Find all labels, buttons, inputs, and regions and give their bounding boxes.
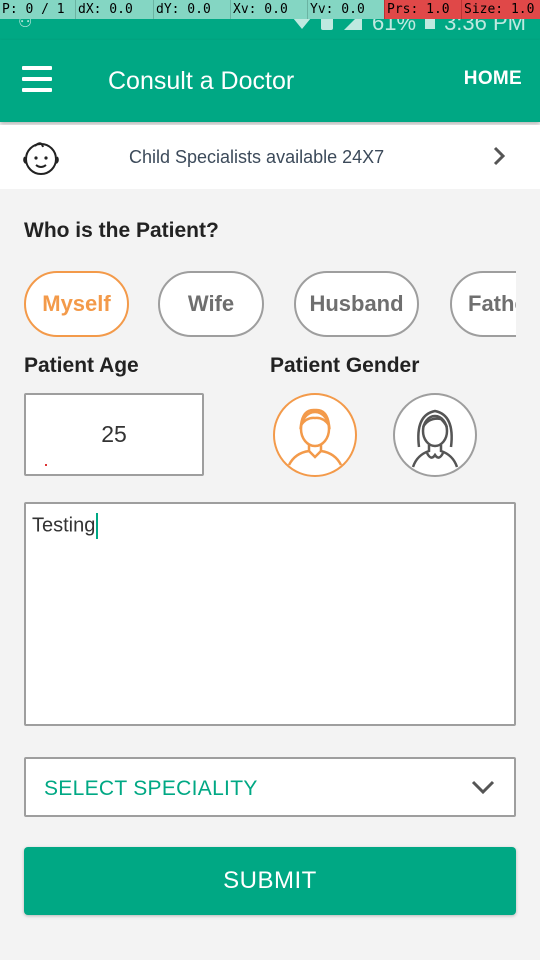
- relation-father-button[interactable]: Father: [450, 271, 516, 337]
- speciality-select[interactable]: SELECT SPECIALITY: [24, 757, 516, 817]
- app-bar: Consult a Doctor HOME: [0, 40, 540, 122]
- debug-size: Size: 1.0: [461, 0, 540, 19]
- debug-yv: Yv: 0.0: [307, 0, 384, 19]
- gender-male-button[interactable]: [273, 393, 357, 477]
- input-error-dot: [45, 464, 47, 466]
- relation-wife-button[interactable]: Wife: [158, 271, 264, 337]
- child-specialists-banner[interactable]: Child Specialists available 24X7: [0, 125, 540, 189]
- page-title: Consult a Doctor: [108, 67, 295, 95]
- text-cursor: [96, 513, 99, 539]
- hamburger-menu-icon[interactable]: [22, 66, 52, 96]
- debug-pressure: Prs: 1.0: [384, 0, 461, 19]
- debug-dx: dX: 0.0: [75, 0, 153, 19]
- home-button[interactable]: HOME: [464, 68, 522, 90]
- debug-xv: Xv: 0.0: [230, 0, 307, 19]
- patient-age-title: Patient Age: [24, 354, 139, 377]
- patient-age-input[interactable]: 25: [24, 393, 204, 476]
- debug-pointer-count: P: 0 / 1: [0, 0, 75, 19]
- gender-female-button[interactable]: [393, 393, 477, 477]
- patient-relation-options: Myself Wife Husband Father: [24, 271, 516, 337]
- baby-face-icon: [23, 142, 59, 175]
- banner-text: Child Specialists available 24X7: [129, 147, 385, 167]
- patient-section-title: Who is the Patient?: [24, 219, 219, 242]
- pointer-debug-bar: P: 0 / 1 dX: 0.0 dY: 0.0 Xv: 0.0 Yv: 0.0…: [0, 0, 540, 19]
- debug-dy: dY: 0.0: [153, 0, 230, 19]
- patient-age-value: 25: [101, 421, 127, 447]
- chevron-right-icon: [493, 146, 506, 166]
- symptoms-textarea[interactable]: Testing: [24, 502, 516, 726]
- female-avatar-icon: [411, 409, 459, 468]
- relation-myself-button[interactable]: Myself: [24, 271, 129, 337]
- relation-husband-button[interactable]: Husband: [294, 271, 419, 337]
- patient-gender-title: Patient Gender: [270, 354, 420, 377]
- speciality-select-label: SELECT SPECIALITY: [44, 777, 258, 800]
- symptoms-text: Testing: [32, 514, 96, 537]
- chevron-down-icon: [471, 780, 495, 795]
- submit-button[interactable]: SUBMIT: [24, 847, 516, 915]
- male-avatar-icon: [287, 408, 343, 466]
